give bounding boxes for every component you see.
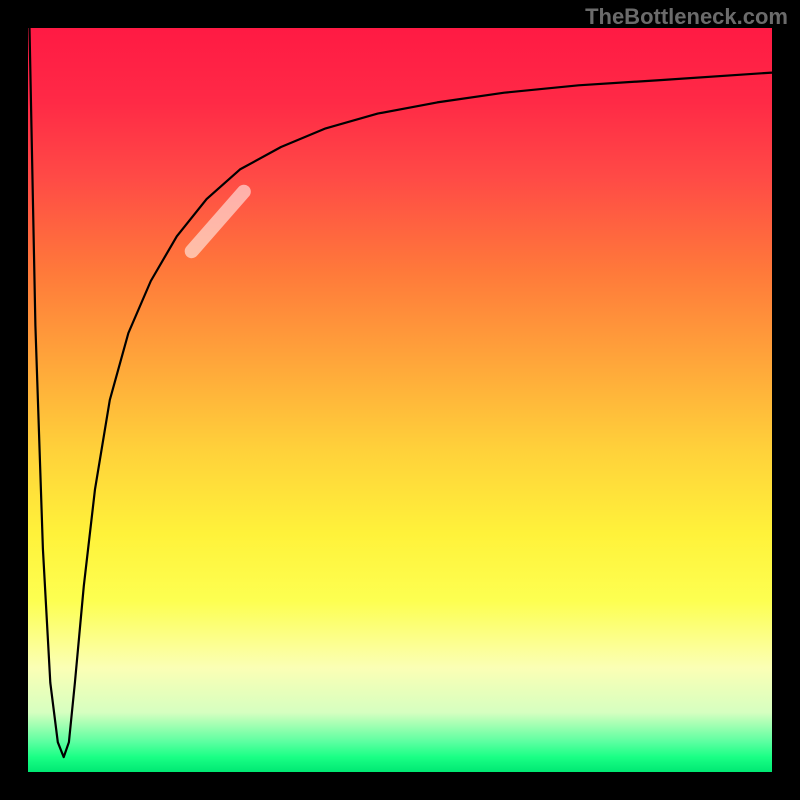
watermark-text: TheBottleneck.com (585, 4, 788, 30)
curve-svg (28, 28, 772, 772)
chart-frame: TheBottleneck.com (0, 0, 800, 800)
bottleneck-curve (30, 28, 773, 757)
plot-area (28, 28, 772, 772)
highlight-segment (192, 192, 244, 252)
